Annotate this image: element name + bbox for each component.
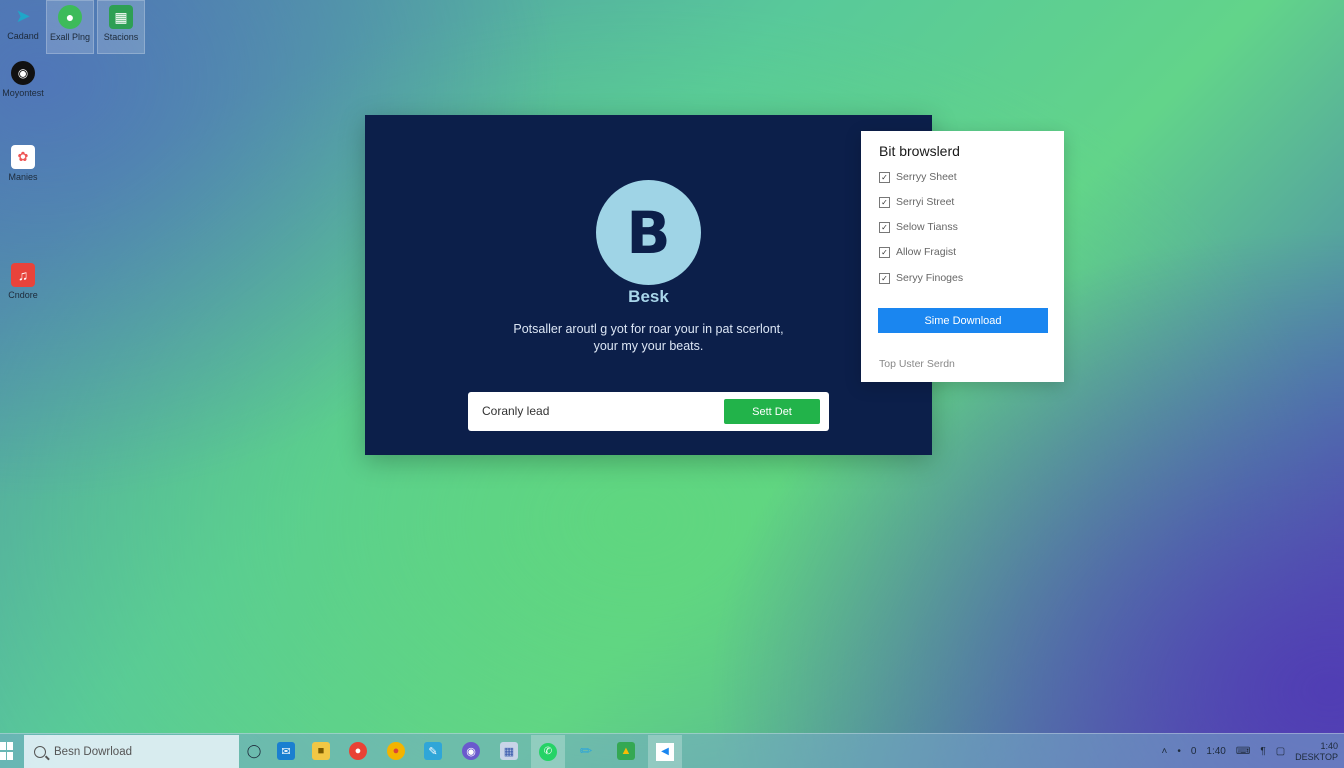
system-tray: ˄ • 0 1:40 ⌨ ¶ ▢ 1:40 DESKTOP xyxy=(1161,734,1338,768)
desktop-icon-exall-plng[interactable]: ● Exall Plng xyxy=(46,0,94,54)
search-icon xyxy=(34,745,46,758)
desktop-icon-moyontest[interactable]: ◉ Moyontest xyxy=(0,61,46,98)
option-label: Allow Fragist xyxy=(896,246,957,258)
option-label: Serryy Sheet xyxy=(896,171,957,183)
keyboard-icon[interactable]: ⌨ xyxy=(1236,746,1250,757)
clock-time: 1:40 xyxy=(1320,740,1338,751)
option-row[interactable]: ✓ Selow Tianss xyxy=(879,221,958,233)
option-row[interactable]: ✓ Seryy Finoges xyxy=(879,272,963,284)
desktop-icon-label: Stacions xyxy=(103,32,139,42)
taskbar: Besn Dowrload ◯ ✉ ■ ● ● ✎ ◉ ▦ ✆ ✏ ▲ ◀ ˄ … xyxy=(0,733,1344,768)
teal-arrow-icon: ➤ xyxy=(15,5,31,26)
network-icon[interactable]: • xyxy=(1177,746,1181,757)
green-chat-icon: ● xyxy=(58,5,82,29)
desktop-icon-label: Moyontest xyxy=(2,88,44,98)
option-label: Serryi Street xyxy=(896,196,955,208)
desktop-icon-manies[interactable]: ✿ Manies xyxy=(0,145,46,182)
desktop-icon-label: Cadand xyxy=(7,31,39,41)
clock-label: DESKTOP xyxy=(1295,751,1338,762)
calculator-icon[interactable]: ▦ xyxy=(500,742,518,760)
checkbox-checked-icon[interactable]: ✓ xyxy=(879,272,890,284)
option-label: Selow Tianss xyxy=(896,221,958,233)
taskbar-search-box[interactable]: Besn Dowrload xyxy=(24,735,239,768)
tagline: Potsaller aroutl g yot for roar your in … xyxy=(485,321,812,355)
logo-letter: B xyxy=(626,198,671,267)
option-row[interactable]: ✓ Allow Fragist xyxy=(879,246,956,258)
browser-options-panel: Bit browslerd ✓ Serryy Sheet ✓ Serryi St… xyxy=(861,131,1064,382)
pen-app-icon[interactable]: ✎ xyxy=(424,742,442,760)
tray-indicator[interactable]: 0 xyxy=(1191,746,1197,757)
desktop-icon-label: Manies xyxy=(8,172,38,182)
desktop-icon-cndore[interactable]: ♫ Cndore xyxy=(0,263,46,300)
tagline-line-1: Potsaller aroutl g yot for roar your in … xyxy=(513,322,784,336)
file-explorer-icon[interactable]: ■ xyxy=(312,742,330,760)
drive-icon[interactable]: ▲ xyxy=(617,742,635,760)
store-icon[interactable]: ◀ xyxy=(648,735,682,768)
pen-icon[interactable]: ¶ xyxy=(1260,746,1265,757)
lead-input[interactable]: Coranly lead xyxy=(482,404,549,418)
red-music-icon: ♫ xyxy=(11,263,35,287)
photos-pinwheel-icon: ✿ xyxy=(11,145,35,169)
desktop-icon-stacions[interactable]: ▦ Stacions xyxy=(97,0,145,54)
task-view-icon[interactable]: ◯ xyxy=(245,742,263,760)
download-button[interactable]: Sime Download xyxy=(878,308,1048,333)
green-doc-icon: ▦ xyxy=(109,5,133,29)
checkbox-checked-icon[interactable]: ✓ xyxy=(879,246,890,258)
option-row[interactable]: ✓ Serryi Street xyxy=(879,196,954,208)
tray-time[interactable]: 1:40 xyxy=(1206,746,1225,757)
checkbox-checked-icon[interactable]: ✓ xyxy=(879,221,890,233)
app-splash-window: B Besk Potsaller aroutl g yot for roar y… xyxy=(365,115,932,455)
app-name: Besk xyxy=(628,287,669,306)
panel-footer-link[interactable]: Top Uster Serdn xyxy=(879,358,955,370)
desktop-icon-cadand[interactable]: ➤ Cadand xyxy=(0,4,46,42)
tagline-line-2: your my your beats. xyxy=(593,339,704,353)
option-row[interactable]: ✓ Serryy Sheet xyxy=(879,171,957,183)
chevron-up-icon[interactable]: ˄ xyxy=(1161,746,1167,757)
checkbox-checked-icon[interactable]: ✓ xyxy=(879,171,890,183)
app-logo: B xyxy=(596,180,701,285)
panel-title: Bit browslerd xyxy=(879,143,960,159)
chat-icon[interactable]: ▢ xyxy=(1276,746,1285,757)
clock[interactable]: 1:40 DESKTOP xyxy=(1295,741,1338,763)
pencil-icon[interactable]: ✏ xyxy=(577,742,595,760)
search-placeholder: Besn Dowrload xyxy=(54,745,132,758)
chrome-icon[interactable]: ● xyxy=(349,742,367,760)
mail-icon[interactable]: ✉ xyxy=(277,742,295,760)
whatsapp-icon[interactable]: ✆ xyxy=(531,735,565,768)
option-label: Seryy Finoges xyxy=(896,272,964,284)
set-button[interactable]: Sett Det xyxy=(724,399,820,424)
desktop-icon-label: Cndore xyxy=(8,290,38,300)
black-circle-icon: ◉ xyxy=(11,61,35,85)
chrome-alt-icon[interactable]: ● xyxy=(387,742,405,760)
globe-icon[interactable]: ◉ xyxy=(462,742,480,760)
start-windows-icon[interactable] xyxy=(0,742,14,760)
lead-input-bar: Coranly lead Sett Det xyxy=(468,392,829,431)
desktop-icon-label: Exall Plng xyxy=(49,32,91,42)
checkbox-checked-icon[interactable]: ✓ xyxy=(879,196,890,208)
